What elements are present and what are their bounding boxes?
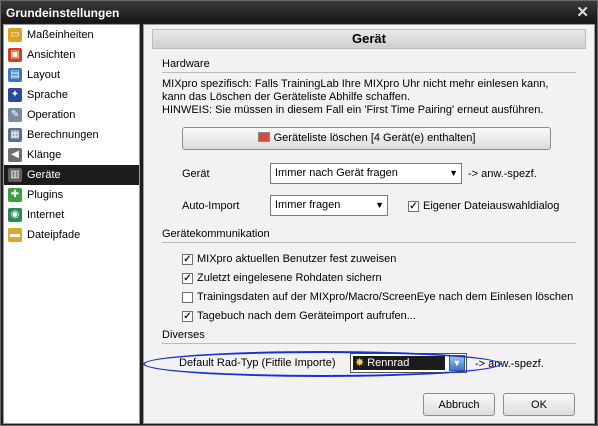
sidebar-item-label: Maßeinheiten <box>27 29 94 41</box>
calculator-icon: ▦ <box>8 128 22 142</box>
ok-button-label: OK <box>531 398 547 411</box>
chevron-down-icon: ▼ <box>375 200 384 210</box>
sidebar-item-label: Sprache <box>27 89 68 101</box>
flag-icon: ✦ <box>8 88 22 102</box>
title-bar[interactable]: Grundeinstellungen ✕ <box>1 1 597 23</box>
sidebar-item-label: Klänge <box>27 149 62 161</box>
sidebar-item-sprache[interactable]: ✦ Sprache <box>4 85 139 105</box>
hardware-info-line3: HINWEIS: Sie müssen in diesem Fall ein '… <box>162 104 544 116</box>
device-icon: ▥ <box>8 168 22 182</box>
sidebar-item-operation[interactable]: ✎ Operation <box>4 105 139 125</box>
sidebar-item-klänge[interactable]: ◀ Klänge <box>4 145 139 165</box>
close-icon[interactable]: ✕ <box>576 3 589 21</box>
autoimport-select[interactable]: Immer fragen ▼ <box>270 195 388 216</box>
cancel-button-label: Abbruch <box>438 398 480 411</box>
window-title: Grundeinstellungen <box>6 6 120 20</box>
sidebar-item-label: Internet <box>27 209 65 221</box>
sidebar-item-label: Geräte <box>27 169 61 181</box>
kommunikation-option-label: Tagebuch nach dem Geräteimport aufrufen.… <box>197 310 416 322</box>
cancel-button[interactable]: Abbruch <box>423 393 495 416</box>
section-kommunikation-title: Gerätekommunikation <box>162 228 270 240</box>
device-select-value: Immer nach Gerät fragen <box>275 167 398 179</box>
device-note: -> anw.-spezf. <box>468 168 537 180</box>
kommunikation-checkbox[interactable]: ✓ <box>182 273 193 284</box>
folder-icon: ▬ <box>8 228 22 242</box>
sidebar-item-plugins[interactable]: ✚ Plugins <box>4 185 139 205</box>
autoimport-select-value: Immer fragen <box>275 199 341 211</box>
kommunikation-option-label: Trainingsdaten auf der MIXpro/Macro/Scre… <box>197 291 574 303</box>
kommunikation-checkbox[interactable] <box>182 292 193 303</box>
sidebar-item-ansichten[interactable]: ▣ Ansichten <box>4 45 139 65</box>
sidebar-item-label: Ansichten <box>27 49 76 61</box>
section-hardware-title: Hardware <box>162 58 210 70</box>
sidebar-item-label: Plugins <box>27 189 64 201</box>
sidebar-item-label: Layout <box>27 69 61 81</box>
kommunikation-option-label: Zuletzt eingelesene Rohdaten sichern <box>197 272 382 284</box>
own-dialog-checkbox[interactable]: ✓ <box>408 201 419 212</box>
chevron-down-icon: ▼ <box>449 168 458 178</box>
section-diverses-title: Diverses <box>162 329 205 341</box>
sidebar-item-dateipfade[interactable]: ▬ Dateipfade <box>4 225 139 245</box>
sidebar-item-label: Berechnungen <box>27 129 99 141</box>
section-divider <box>162 72 576 73</box>
sidebar-item-internet[interactable]: ◉ Internet <box>4 205 139 225</box>
kommunikation-checkbox[interactable]: ✓ <box>182 254 193 265</box>
settings-dialog: Grundeinstellungen ✕ ▭ Maßeinheiten ▣ Ansic… <box>0 0 598 426</box>
sidebar-item-label: Operation <box>27 109 76 121</box>
autoimport-label: Auto-Import <box>182 200 240 212</box>
own-dialog-label: Eigener Dateiauswahldialog <box>423 200 560 212</box>
speaker-icon: ◀ <box>8 148 22 162</box>
device-select[interactable]: Immer nach Gerät fragen ▼ <box>270 163 462 184</box>
wrench-icon: ✎ <box>8 108 22 122</box>
globe-icon: ◉ <box>8 208 22 222</box>
layout-icon: ▤ <box>8 68 22 82</box>
device-label: Gerät <box>182 168 210 180</box>
ruler-icon: ▭ <box>8 28 22 42</box>
window-icon: ▣ <box>8 48 22 62</box>
settings-sidebar: ▭ Maßeinheiten ▣ Ansichten ▤ Layout ✦ Sprache ✎ O… <box>3 24 140 424</box>
puzzle-icon: ✚ <box>8 188 22 202</box>
hardware-info-line1: MIXpro spezifisch: Falls TrainingLab Ihr… <box>162 78 549 90</box>
ok-button[interactable]: OK <box>503 393 575 416</box>
clear-device-list-label: Geräteliste löschen [4 Gerät(e) enthalte… <box>273 132 476 144</box>
section-divider <box>162 343 576 344</box>
hardware-info-line2: kann das Löschen der Geräteliste Abhilfe… <box>162 91 411 103</box>
sidebar-item-geräte[interactable]: ▥ Geräte <box>4 165 139 185</box>
page-title: Gerät <box>152 29 586 49</box>
sidebar-item-berechnungen[interactable]: ▦ Berechnungen <box>4 125 139 145</box>
eraser-icon <box>257 132 270 142</box>
section-divider <box>162 242 576 243</box>
kommunikation-checkbox[interactable]: ✓ <box>182 311 193 322</box>
highlight-ellipse <box>143 351 501 377</box>
sidebar-item-label: Dateipfade <box>27 229 81 241</box>
sidebar-item-layout[interactable]: ▤ Layout <box>4 65 139 85</box>
sidebar-item-maßeinheiten[interactable]: ▭ Maßeinheiten <box>4 25 139 45</box>
clear-device-list-button[interactable]: Geräteliste löschen [4 Gerät(e) enthalte… <box>182 127 551 150</box>
kommunikation-option-label: MIXpro aktuellen Benutzer fest zuweisen <box>197 253 397 265</box>
